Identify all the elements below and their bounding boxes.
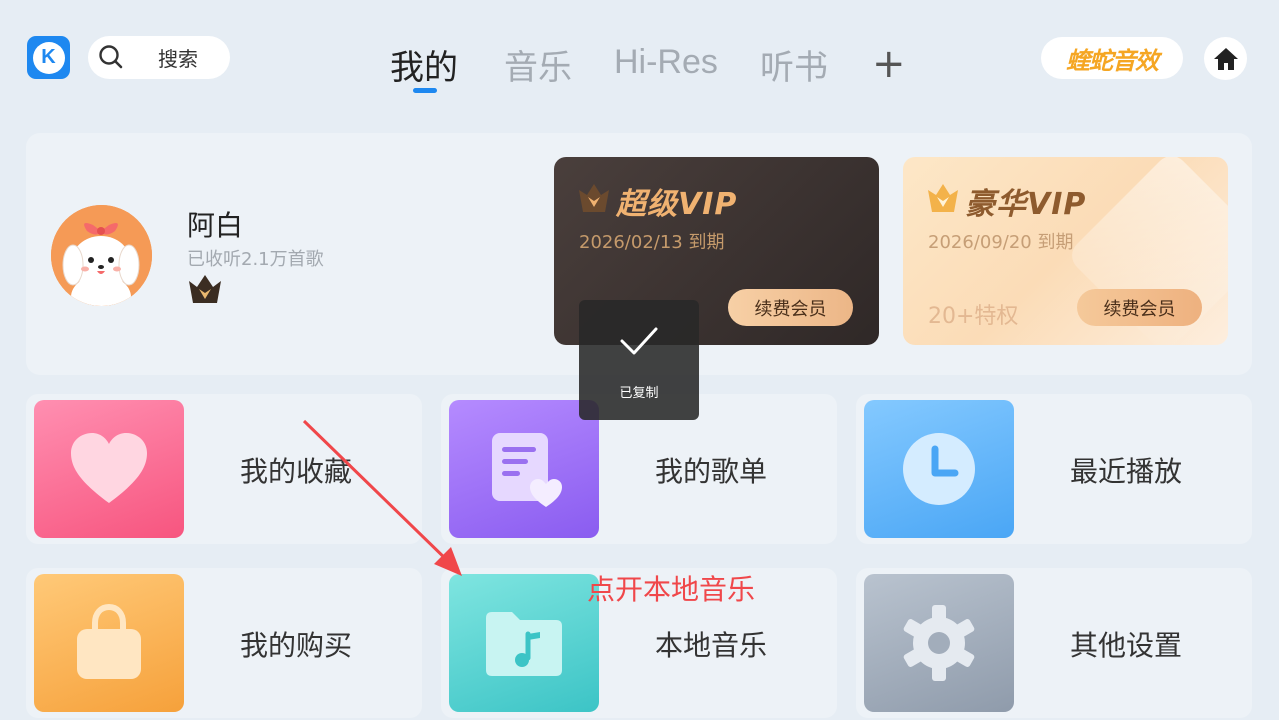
tile-favorites[interactable]: 我的收藏 bbox=[26, 394, 422, 544]
tile-purchases[interactable]: 我的购买 bbox=[26, 568, 422, 718]
tab-hi-res[interactable]: Hi-Res bbox=[614, 43, 718, 82]
tab-music[interactable]: 音乐 bbox=[504, 40, 572, 89]
luxury-vip-expire: 2026/09/20 到期 bbox=[928, 232, 1074, 253]
tile-settings[interactable]: 其他设置 bbox=[856, 568, 1252, 718]
super-vip-title: 超级VIP bbox=[616, 187, 738, 222]
tile-local-music-label: 本地音乐 bbox=[655, 629, 768, 662]
playlist-icon bbox=[449, 400, 599, 538]
luxury-vip-renew-button[interactable]: 续费会员 bbox=[1077, 289, 1202, 326]
luxury-vip-perks: 20+特权 bbox=[928, 304, 1019, 329]
tile-purchases-label: 我的购买 bbox=[240, 629, 353, 662]
listen-count: 已收听2.1万首歌 bbox=[187, 249, 324, 270]
active-tab-indicator bbox=[413, 88, 437, 93]
avatar-image bbox=[51, 205, 152, 306]
add-tab-button[interactable]: + bbox=[872, 44, 906, 84]
music-folder-icon bbox=[449, 574, 599, 712]
tile-playlists-label: 我的歌单 bbox=[655, 455, 768, 488]
super-vip-expire: 2026/02/13 到期 bbox=[579, 232, 725, 253]
tile-settings-label: 其他设置 bbox=[1070, 629, 1183, 662]
clock-icon bbox=[864, 400, 1014, 538]
home-button[interactable] bbox=[1204, 37, 1247, 80]
tile-recent[interactable]: 最近播放 bbox=[856, 394, 1252, 544]
luxury-vip-card[interactable]: 豪华VIP 2026/09/20 到期 20+特权 续费会员 bbox=[903, 157, 1228, 345]
copied-toast: 已复制 bbox=[579, 300, 699, 420]
check-icon bbox=[620, 327, 658, 355]
gear-icon bbox=[864, 574, 1014, 712]
vip-crown-icon bbox=[189, 275, 221, 303]
tile-favorites-label: 我的收藏 bbox=[240, 455, 353, 488]
tab-mine[interactable]: 我的 bbox=[390, 40, 458, 89]
luxury-vip-crown-icon bbox=[928, 184, 958, 212]
sound-effect-button[interactable]: 蝰蛇音效 bbox=[1041, 37, 1183, 79]
heart-icon bbox=[34, 400, 184, 538]
home-icon bbox=[1213, 47, 1238, 70]
annotation-text: 点开本地音乐 bbox=[587, 573, 756, 606]
shopping-bag-icon bbox=[34, 574, 184, 712]
username[interactable]: 阿白 bbox=[187, 204, 243, 244]
super-vip-renew-button[interactable]: 续费会员 bbox=[728, 289, 853, 326]
tile-recent-label: 最近播放 bbox=[1070, 455, 1183, 488]
avatar[interactable] bbox=[51, 205, 152, 306]
luxury-vip-title: 豪华VIP bbox=[965, 187, 1087, 222]
super-vip-crown-icon bbox=[579, 184, 609, 212]
tab-audiobook[interactable]: 听书 bbox=[760, 40, 828, 89]
toast-message: 已复制 bbox=[619, 386, 659, 401]
